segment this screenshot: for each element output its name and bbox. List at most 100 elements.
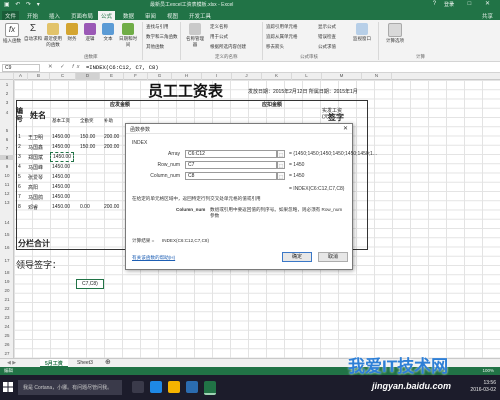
- row-header[interactable]: 19: [0, 279, 14, 284]
- logical-button[interactable]: 逻辑: [82, 23, 98, 42]
- define-name-button[interactable]: 定义名称: [210, 24, 228, 30]
- row-header[interactable]: 14: [0, 220, 14, 225]
- text-functions-button[interactable]: 文本: [100, 23, 116, 42]
- column-header[interactable]: L: [292, 73, 322, 80]
- range-select-icon[interactable]: ⬚: [277, 161, 285, 169]
- date-time-button[interactable]: 日期和时间: [118, 23, 138, 48]
- column-header[interactable]: J: [232, 73, 262, 80]
- financial-button[interactable]: 财务: [64, 23, 80, 42]
- close-icon[interactable]: ✕: [343, 125, 348, 132]
- row-header[interactable]: 21: [0, 297, 14, 302]
- create-from-selection-button[interactable]: 根据所选内容创建: [210, 44, 246, 50]
- column-header[interactable]: C: [50, 73, 76, 80]
- range-select-icon[interactable]: ⬚: [277, 172, 285, 180]
- recent-functions-button[interactable]: 最近使用的函数: [44, 23, 62, 48]
- cancel-button[interactable]: 取消: [318, 252, 348, 262]
- row-header[interactable]: 10: [0, 173, 14, 178]
- autosum-button[interactable]: Σ 自动求和: [24, 23, 42, 42]
- row-header[interactable]: 24: [0, 324, 14, 329]
- arg-input-row[interactable]: C7: [185, 161, 277, 169]
- tab-insert[interactable]: 插入: [46, 11, 63, 20]
- explorer-icon[interactable]: [168, 381, 180, 393]
- store-icon[interactable]: [186, 381, 198, 393]
- row-header[interactable]: 27: [0, 351, 14, 356]
- name-box[interactable]: C9: [2, 64, 40, 72]
- row-header[interactable]: 11: [0, 182, 14, 187]
- lookup-reference-button[interactable]: 查找与引用: [146, 24, 169, 30]
- row-header[interactable]: 2: [0, 91, 14, 96]
- column-header[interactable]: F: [124, 73, 148, 80]
- row-header[interactable]: 7: [0, 146, 14, 151]
- row-header[interactable]: 16: [0, 245, 14, 250]
- trace-dependents-button[interactable]: 追踪从属单元格: [266, 34, 298, 40]
- tab-developer[interactable]: 开发工具: [186, 11, 214, 20]
- row-header[interactable]: 1: [0, 82, 14, 87]
- row-header[interactable]: 26: [0, 342, 14, 347]
- quick-access-toolbar[interactable]: ▣ ↶ ↷ ▾: [4, 1, 42, 8]
- tab-view[interactable]: 视图: [164, 11, 181, 20]
- window-controls[interactable]: ? ─ □ ✕: [433, 0, 496, 7]
- remove-arrows-button[interactable]: 移去箭头: [266, 44, 284, 50]
- column-header[interactable]: D: [76, 73, 100, 80]
- tab-home[interactable]: 开始: [24, 11, 41, 20]
- windows-start-icon[interactable]: [3, 382, 13, 392]
- range-select-icon[interactable]: ⬚: [277, 150, 285, 158]
- tab-page-layout[interactable]: 页面布局: [68, 11, 96, 20]
- row-header[interactable]: 15: [0, 232, 14, 237]
- row-header[interactable]: 13: [0, 200, 14, 205]
- tab-data[interactable]: 数据: [120, 11, 137, 20]
- error-checking-button[interactable]: 错误检查: [318, 34, 336, 40]
- insert-function-button[interactable]: fx 插入函数: [2, 23, 22, 44]
- column-header[interactable]: H: [172, 73, 202, 80]
- row-header[interactable]: 12: [0, 191, 14, 196]
- system-clock[interactable]: 13:56 2016-03-02: [470, 380, 496, 394]
- row-header[interactable]: 3: [0, 100, 14, 105]
- row-header[interactable]: 8: [0, 155, 14, 160]
- row-header[interactable]: 5: [0, 128, 14, 133]
- row-header[interactable]: 6: [0, 137, 14, 142]
- row-header[interactable]: 20: [0, 288, 14, 293]
- math-trig-button[interactable]: 数学和三角函数: [146, 34, 178, 40]
- column-header[interactable]: A: [14, 73, 28, 80]
- trace-precedents-button[interactable]: 追踪引用单元格: [266, 24, 298, 30]
- row-header[interactable]: 23: [0, 315, 14, 320]
- select-all-corner[interactable]: [0, 73, 14, 80]
- ok-button[interactable]: 确定: [282, 252, 312, 262]
- column-header[interactable]: N: [362, 73, 392, 80]
- row-header[interactable]: 22: [0, 306, 14, 311]
- column-header[interactable]: I: [202, 73, 232, 80]
- excel-taskbar-icon[interactable]: [204, 381, 216, 395]
- column-header[interactable]: M: [322, 73, 362, 80]
- arg-input-array[interactable]: C6:C12: [185, 150, 277, 158]
- row-header[interactable]: 4: [0, 110, 14, 115]
- more-functions-button[interactable]: 其他函数: [146, 44, 164, 50]
- help-link[interactable]: 有关该函数的帮助(H): [132, 255, 175, 261]
- row-header[interactable]: 25: [0, 333, 14, 338]
- evaluate-formula-button[interactable]: 公式求值: [318, 44, 336, 50]
- task-view-icon[interactable]: [132, 381, 144, 393]
- show-formulas-button[interactable]: 显示公式: [318, 24, 336, 30]
- calculation-options-button[interactable]: 计算选项: [384, 23, 406, 44]
- edge-icon[interactable]: [150, 381, 162, 393]
- active-cell[interactable]: C7,C8): [76, 279, 104, 289]
- formula-bar-icons[interactable]: ✕ ✓ fx: [48, 64, 83, 70]
- arg-input-column[interactable]: C8: [185, 172, 277, 180]
- row-header[interactable]: 18: [0, 270, 14, 275]
- share-button[interactable]: 共享: [479, 11, 496, 20]
- tab-file[interactable]: 文件: [2, 11, 20, 20]
- column-header[interactable]: E: [100, 73, 124, 80]
- tab-review[interactable]: 审阅: [142, 11, 159, 20]
- column-header[interactable]: G: [148, 73, 172, 80]
- row-header[interactable]: 9: [0, 164, 14, 169]
- watch-window-button[interactable]: 监视窗口: [352, 23, 372, 42]
- emp-base-selected[interactable]: 1450.00: [50, 152, 75, 162]
- use-in-formula-button[interactable]: 用于公式: [210, 34, 228, 40]
- column-header[interactable]: B: [28, 73, 50, 80]
- cortana-search-box[interactable]: 我是 Cortana，小娜。有问题尽管问我。: [18, 380, 122, 395]
- row-header[interactable]: 17: [0, 258, 14, 263]
- tab-formulas[interactable]: 公式: [98, 11, 116, 20]
- column-header[interactable]: K: [262, 73, 292, 80]
- name-manager-button[interactable]: 名称管理器: [184, 23, 206, 48]
- formula-input[interactable]: =INDEX(C6:C12, C7, C8): [86, 64, 159, 71]
- zoom-level[interactable]: 100%: [482, 368, 494, 373]
